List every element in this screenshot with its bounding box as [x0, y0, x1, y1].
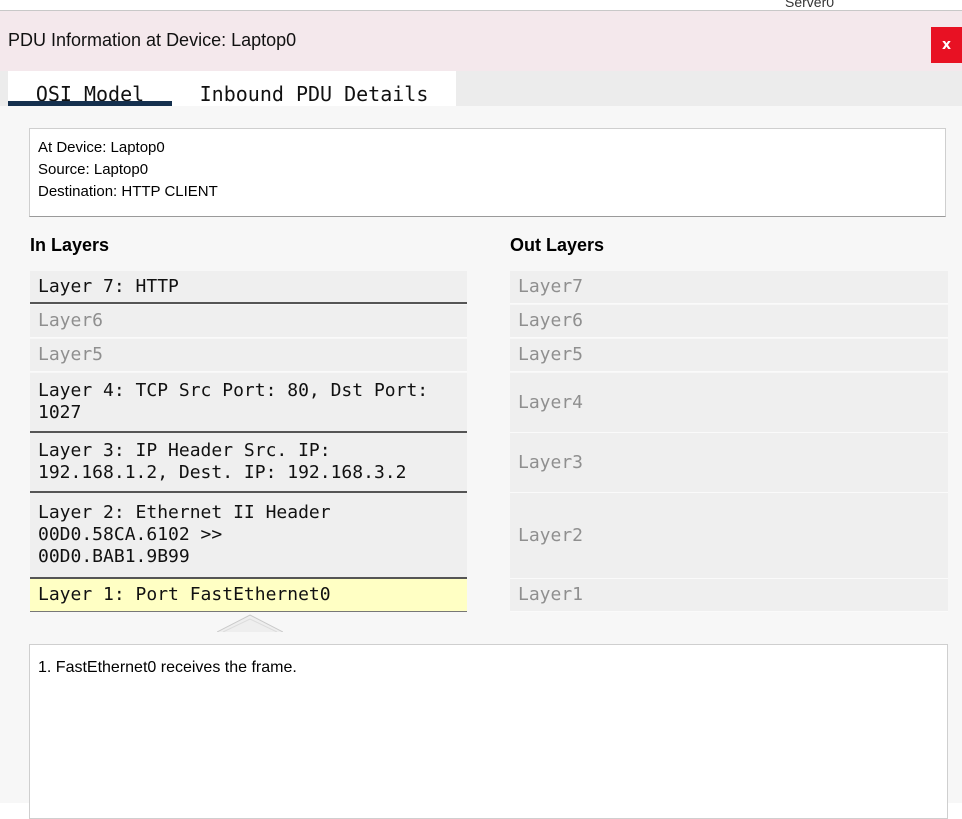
in-layer-7-label: Layer 7: HTTP	[38, 275, 179, 297]
in-layer-5[interactable]: Layer5	[30, 339, 467, 372]
in-layer-6-label: Layer6	[38, 310, 104, 331]
in-layers-header: In Layers	[30, 235, 110, 255]
close-button[interactable]: x	[931, 27, 962, 63]
tab-inbound-pdu-details-label: Inbound PDU Details	[199, 82, 429, 106]
in-layer-4[interactable]: Layer 4: TCP Src Port: 80, Dst Port: 102…	[30, 373, 467, 433]
in-layer-1-label: Layer 1: Port FastEthernet0	[38, 584, 331, 605]
out-layer-1[interactable]: Layer1	[510, 579, 948, 612]
in-layer-7[interactable]: Layer 7: HTTP	[30, 271, 467, 304]
title-bar[interactable]: PDU Information at Device: Laptop0 x	[0, 11, 962, 71]
out-layer-2-label: Layer2	[518, 524, 584, 546]
description-box: 1. FastEthernet0 receives the frame.	[29, 644, 948, 819]
out-layer-7[interactable]: Layer7	[510, 271, 948, 304]
device-info-box: At Device: Laptop0 Source: Laptop0 Desti…	[29, 128, 946, 217]
out-layer-6-label: Layer6	[518, 310, 584, 331]
in-layer-6[interactable]: Layer6	[30, 305, 467, 338]
chevron-up-icon	[216, 614, 284, 633]
out-layer-3[interactable]: Layer3	[510, 433, 948, 493]
info-source: Source: Laptop0	[38, 161, 149, 178]
out-layer-4[interactable]: Layer4	[510, 373, 948, 433]
info-at-device: At Device: Laptop0	[38, 139, 165, 156]
out-layer-6[interactable]: Layer6	[510, 305, 948, 338]
background-server-label: Server0	[785, 0, 835, 10]
in-layer-4-label: Layer 4: TCP Src Port: 80, Dst Port: 102…	[38, 380, 429, 423]
out-layers-header: Out Layers	[510, 235, 605, 255]
out-layer-5[interactable]: Layer5	[510, 339, 948, 372]
info-destination: Destination: HTTP CLIENT	[38, 183, 218, 200]
in-layer-3-label: Layer 3: IP Header Src. IP: 192.168.1.2,…	[38, 440, 407, 483]
window-title: PDU Information at Device: Laptop0	[8, 30, 297, 50]
in-layer-2-label: Layer 2: Ethernet II Header 00D0.58CA.61…	[38, 502, 331, 567]
description-text: 1. FastEthernet0 receives the frame.	[38, 659, 297, 676]
in-layer-1[interactable]: Layer 1: Port FastEthernet0	[30, 579, 467, 612]
out-layer-3-label: Layer3	[518, 451, 584, 473]
out-layer-5-label: Layer5	[518, 344, 584, 365]
out-layer-4-label: Layer4	[518, 391, 584, 413]
in-layer-3[interactable]: Layer 3: IP Header Src. IP: 192.168.1.2,…	[30, 433, 467, 493]
in-layer-5-label: Layer5	[38, 344, 104, 365]
close-icon: x	[941, 37, 952, 53]
out-layer-2[interactable]: Layer2	[510, 493, 948, 579]
collapse-arrow-tab[interactable]	[216, 612, 284, 633]
in-layer-2[interactable]: Layer 2: Ethernet II Header 00D0.58CA.61…	[30, 493, 467, 579]
out-layer-7-label: Layer7	[518, 276, 584, 297]
out-layer-1-label: Layer1	[518, 584, 584, 605]
